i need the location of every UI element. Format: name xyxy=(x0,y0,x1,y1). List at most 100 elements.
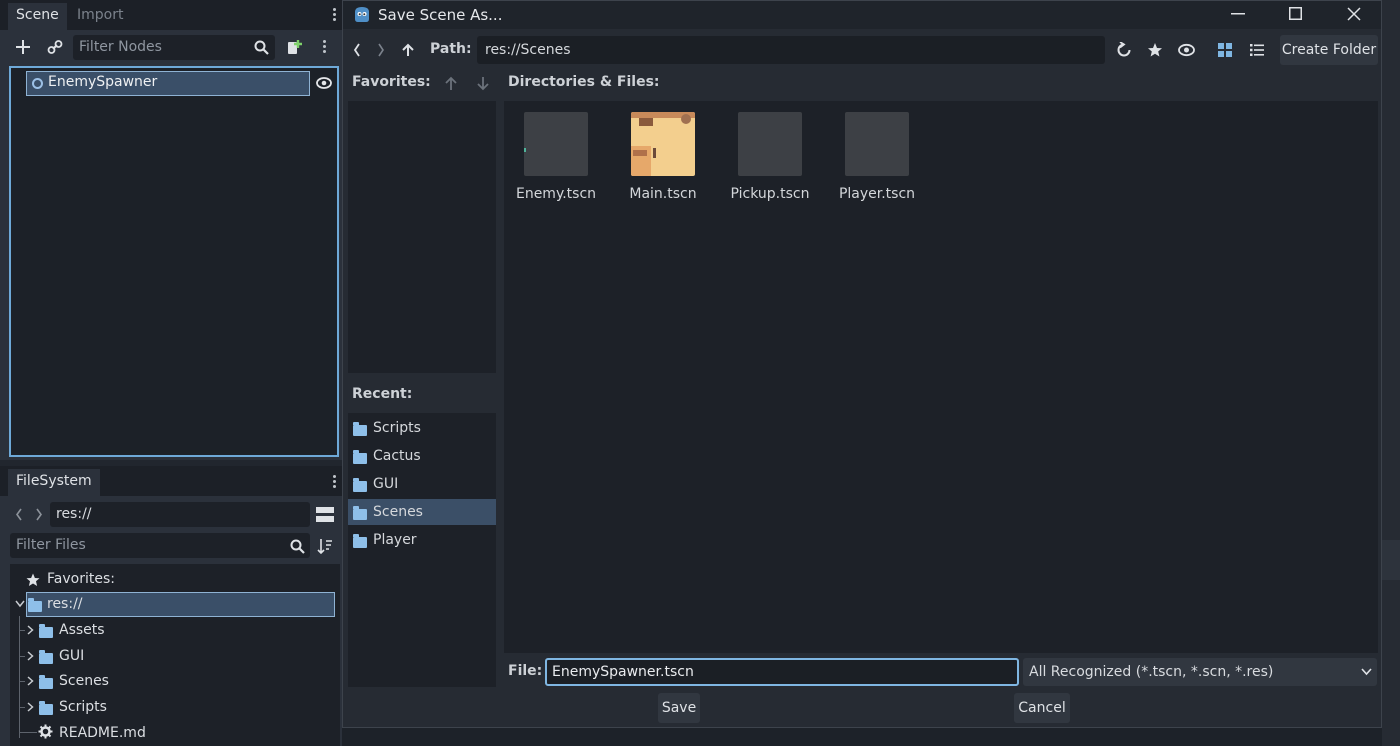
scene-tree-menu-icon[interactable] xyxy=(323,40,326,55)
recent-list: Scripts Cactus GUI Scenes Player xyxy=(348,413,496,687)
file-type-select[interactable]: All Recognized (*.tscn, *.scn, *.res) xyxy=(1023,658,1377,686)
sort-icon[interactable] xyxy=(317,538,333,554)
search-files-icon xyxy=(290,539,305,554)
tree-item-scenes[interactable]: Scenes xyxy=(59,669,109,694)
recent-item-label: Scripts xyxy=(373,420,421,436)
filesystem-tree: Favorites: res:// Assets GUI Scenes Scri… xyxy=(10,564,340,746)
tree-item-scripts[interactable]: Scripts xyxy=(59,695,107,720)
tab-import[interactable]: Import xyxy=(69,3,131,30)
chevron-right-icon[interactable] xyxy=(27,625,34,635)
recent-item-player[interactable]: Player xyxy=(348,527,496,553)
chevron-down-icon xyxy=(1361,668,1372,676)
scene-thumbnail xyxy=(738,112,802,176)
split-view-icon[interactable] xyxy=(316,506,334,523)
scene-thumbnail xyxy=(524,112,588,176)
gear-file-icon xyxy=(38,724,53,739)
recent-item-label: Cactus xyxy=(373,448,421,464)
move-up-icon[interactable] xyxy=(445,76,457,91)
tab-filesystem[interactable]: FileSystem xyxy=(8,469,100,496)
scene-dock: Filter Nodes EnemySpawner xyxy=(0,30,342,460)
instance-scene-icon[interactable] xyxy=(47,39,63,55)
tree-guide-branch xyxy=(19,732,37,733)
create-folder-button[interactable]: Create Folder xyxy=(1280,35,1378,65)
file-name: Main.tscn xyxy=(629,186,697,202)
list-view-icon[interactable] xyxy=(1250,43,1264,57)
recent-item-label: GUI xyxy=(373,476,399,492)
dialog-titlebar: Save Scene As... xyxy=(343,1,1381,29)
file-tile-player[interactable]: Player.tscn xyxy=(825,112,929,202)
toggle-hidden-eye-icon[interactable] xyxy=(1178,43,1195,57)
recent-item-label: Player xyxy=(373,532,417,548)
dialog-title: Save Scene As... xyxy=(378,6,503,24)
chevron-right-icon[interactable] xyxy=(27,676,34,686)
filesystem-dock: FileSystem res:// Filter Files Favorites… xyxy=(0,466,342,746)
recent-item-scripts[interactable]: Scripts xyxy=(348,415,496,441)
chevron-down-icon[interactable] xyxy=(15,600,25,608)
tree-item-readme[interactable]: README.md xyxy=(59,721,146,746)
folder-icon xyxy=(353,422,367,436)
folder-icon xyxy=(353,534,367,548)
file-name: Pickup.tscn xyxy=(730,186,810,202)
folder-icon xyxy=(39,650,53,664)
file-name-input[interactable]: EnemySpawner.tscn xyxy=(545,658,1019,686)
forward-arrow-icon[interactable] xyxy=(377,43,385,57)
path-input[interactable]: res://Scenes xyxy=(477,36,1105,64)
recent-item-gui[interactable]: GUI xyxy=(348,471,496,497)
editor-background-strip xyxy=(1382,0,1400,746)
parent-folder-icon[interactable] xyxy=(402,43,414,57)
file-name: Player.tscn xyxy=(838,186,916,202)
path-label: Path: xyxy=(430,41,472,57)
file-tile-enemy[interactable]: Enemy.tscn xyxy=(504,112,608,202)
folder-icon xyxy=(353,450,367,464)
add-node-icon[interactable] xyxy=(15,39,31,55)
save-scene-dialog: Save Scene As... Path: res://Scenes Crea… xyxy=(342,0,1382,728)
scene-dock-tabbar: Scene Import xyxy=(0,0,342,30)
favorite-star-icon[interactable] xyxy=(1147,42,1163,58)
back-arrow-icon[interactable] xyxy=(353,43,361,57)
recent-item-scenes[interactable]: Scenes xyxy=(348,499,496,525)
recent-item-cactus[interactable]: Cactus xyxy=(348,443,496,469)
favorites-list[interactable] xyxy=(348,101,496,373)
file-tile-pickup[interactable]: Pickup.tscn xyxy=(718,112,822,202)
favorites-label: Favorites: xyxy=(352,74,431,90)
filesystem-menu-icon[interactable] xyxy=(333,475,336,490)
tree-item-assets[interactable]: Assets xyxy=(59,618,105,643)
godot-logo-icon xyxy=(355,7,369,22)
tree-guide-branch xyxy=(19,630,25,631)
filesystem-path-input[interactable]: res:// xyxy=(50,502,310,527)
folder-icon xyxy=(39,701,53,715)
close-icon[interactable] xyxy=(1347,7,1361,21)
folder-icon xyxy=(39,624,53,638)
maximize-icon[interactable] xyxy=(1289,7,1302,20)
dialog-toolbar: Path: res://Scenes Create Folder xyxy=(343,35,1381,65)
grid-view-icon[interactable] xyxy=(1218,43,1232,57)
tree-item-gui[interactable]: GUI xyxy=(59,644,84,669)
tab-scene[interactable]: Scene xyxy=(8,3,67,30)
file-tile-main[interactable]: Main.tscn xyxy=(611,112,715,202)
tree-guide-branch xyxy=(19,707,25,708)
back-arrow-icon[interactable] xyxy=(15,508,23,521)
visibility-eye-icon[interactable] xyxy=(316,76,332,90)
filter-files-input[interactable]: Filter Files xyxy=(10,533,310,558)
file-label: File: xyxy=(508,663,543,679)
node-icon xyxy=(32,78,43,89)
chevron-right-icon[interactable] xyxy=(27,651,34,661)
minimize-icon[interactable] xyxy=(1231,13,1245,15)
tree-guide-line xyxy=(19,616,20,738)
file-name: Enemy.tscn xyxy=(515,186,597,202)
cancel-button[interactable]: Cancel xyxy=(1014,693,1070,723)
attach-script-icon[interactable] xyxy=(286,39,302,55)
recent-item-label: Scenes xyxy=(373,504,423,520)
file-type-selected: All Recognized (*.tscn, *.scn, *.res) xyxy=(1029,664,1274,680)
chevron-right-icon[interactable] xyxy=(27,702,34,712)
scene-tree: EnemySpawner xyxy=(9,66,339,457)
scene-dock-menu-icon[interactable] xyxy=(333,8,336,23)
filter-nodes-input[interactable]: Filter Nodes xyxy=(73,35,275,60)
scene-node-row[interactable]: EnemySpawner xyxy=(26,71,310,96)
save-button[interactable]: Save xyxy=(658,693,700,723)
search-icon xyxy=(254,40,269,55)
folder-icon xyxy=(353,506,367,520)
forward-arrow-icon[interactable] xyxy=(35,508,43,521)
move-down-icon[interactable] xyxy=(477,76,489,91)
refresh-icon[interactable] xyxy=(1116,42,1132,58)
